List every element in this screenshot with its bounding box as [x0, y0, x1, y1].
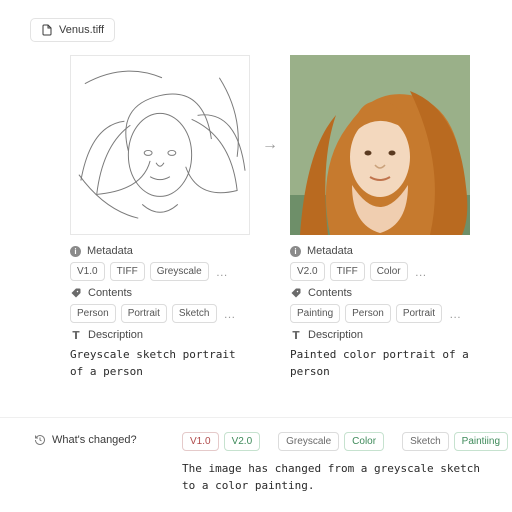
- tag-icon: [290, 287, 302, 299]
- change-chip-groups: V1.0 V2.0 Greyscale Color Sketch Paintii…: [182, 432, 508, 451]
- tag[interactable]: Color: [370, 262, 408, 281]
- tag[interactable]: Person: [70, 304, 116, 323]
- contents-tags-left: Person Portrait Sketch …: [70, 304, 250, 323]
- metadata-header: i Metadata: [290, 245, 470, 257]
- whats-changed-header: What's changed?: [34, 432, 182, 446]
- text-icon: [70, 329, 82, 341]
- tag[interactable]: TIFF: [330, 262, 365, 281]
- history-icon: [34, 434, 46, 446]
- tag[interactable]: V2.0: [290, 262, 325, 281]
- more-tags[interactable]: …: [413, 265, 429, 279]
- comparison-panel: i Metadata V1.0 TIFF Greyscale … Content…: [70, 55, 482, 380]
- metadata-label: Metadata: [87, 245, 133, 257]
- more-tags[interactable]: …: [214, 265, 230, 279]
- file-icon: [41, 24, 53, 36]
- description-label: Description: [308, 329, 363, 341]
- file-name: Venus.tiff: [59, 24, 104, 36]
- metadata-label: Metadata: [307, 245, 353, 257]
- change-to[interactable]: Color: [344, 432, 384, 451]
- change-to[interactable]: V2.0: [224, 432, 261, 451]
- image-preview-right[interactable]: [290, 55, 470, 235]
- text-icon: [290, 329, 302, 341]
- metadata-header: i Metadata: [70, 245, 250, 257]
- contents-label: Contents: [88, 287, 132, 299]
- change-to[interactable]: Paintiing: [454, 432, 508, 451]
- tag[interactable]: V1.0: [70, 262, 105, 281]
- sketch-illustration: [71, 56, 249, 234]
- arrow-right-icon: →: [262, 136, 278, 154]
- change-pair: Sketch Paintiing: [402, 432, 508, 451]
- tag[interactable]: Sketch: [172, 304, 217, 323]
- contents-label: Contents: [308, 287, 352, 299]
- contents-header: Contents: [290, 287, 470, 299]
- image-preview-left[interactable]: [70, 55, 250, 235]
- transform-arrow: →: [250, 55, 290, 235]
- whats-changed-panel: What's changed? V1.0 V2.0 Greyscale Colo…: [0, 417, 512, 512]
- tag-icon: [70, 287, 82, 299]
- change-pair: V1.0 V2.0: [182, 432, 260, 451]
- more-tags[interactable]: …: [447, 307, 463, 321]
- change-pair: Greyscale Color: [278, 432, 384, 451]
- description-label: Description: [88, 329, 143, 341]
- description-header: Description: [290, 329, 470, 341]
- contents-header: Contents: [70, 287, 250, 299]
- change-from[interactable]: Sketch: [402, 432, 449, 451]
- version-left-column: i Metadata V1.0 TIFF Greyscale … Content…: [70, 55, 250, 380]
- description-text-right: Painted color portrait of a person: [290, 346, 470, 380]
- painting-illustration: [290, 55, 470, 235]
- tag[interactable]: Portrait: [396, 304, 442, 323]
- metadata-tags-left: V1.0 TIFF Greyscale …: [70, 262, 250, 281]
- info-icon: i: [290, 246, 301, 257]
- tag[interactable]: Painting: [290, 304, 340, 323]
- tag[interactable]: Portrait: [121, 304, 167, 323]
- change-from[interactable]: V1.0: [182, 432, 219, 451]
- file-chip[interactable]: Venus.tiff: [30, 18, 115, 42]
- version-right-column: i Metadata V2.0 TIFF Color … Contents Pa…: [290, 55, 470, 380]
- contents-tags-right: Painting Person Portrait …: [290, 304, 470, 323]
- tag[interactable]: TIFF: [110, 262, 145, 281]
- tag[interactable]: Greyscale: [150, 262, 209, 281]
- metadata-tags-right: V2.0 TIFF Color …: [290, 262, 470, 281]
- description-header: Description: [70, 329, 250, 341]
- info-icon: i: [70, 246, 81, 257]
- more-tags[interactable]: …: [222, 307, 238, 321]
- description-text-left: Greyscale sketch portrait of a person: [70, 346, 250, 380]
- tag[interactable]: Person: [345, 304, 391, 323]
- change-from[interactable]: Greyscale: [278, 432, 339, 451]
- whats-changed-label: What's changed?: [52, 434, 137, 446]
- whats-changed-summary: The image has changed from a greyscale s…: [182, 460, 482, 494]
